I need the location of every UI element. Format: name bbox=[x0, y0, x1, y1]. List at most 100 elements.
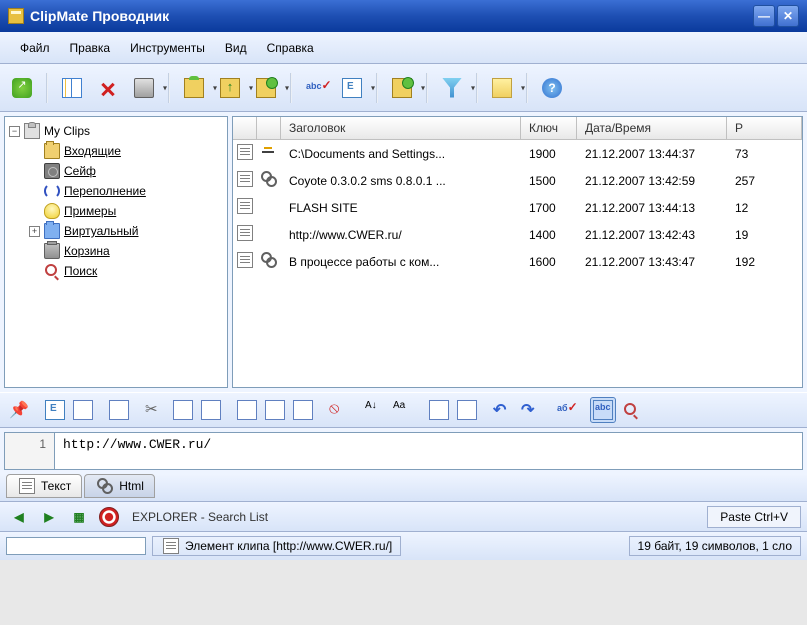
pin-button[interactable]: 📌 bbox=[6, 397, 32, 423]
col-key[interactable]: Ключ bbox=[521, 117, 577, 139]
menu-tools[interactable]: Инструменты bbox=[120, 36, 215, 59]
menu-help[interactable]: Справка bbox=[257, 36, 324, 59]
case-button[interactable]: Aa bbox=[390, 397, 416, 423]
nav-prev-button[interactable]: ◀ bbox=[6, 504, 32, 530]
list-body[interactable]: C:\Documents and Settings...190021.12.20… bbox=[233, 140, 802, 387]
collapse-icon[interactable]: − bbox=[9, 126, 20, 137]
cell-title: В процессе работы с ком... bbox=[281, 253, 521, 271]
status-input[interactable] bbox=[6, 537, 146, 555]
abc-icon: abc✓ bbox=[306, 78, 326, 98]
filter-button[interactable]: ▾ bbox=[436, 72, 468, 104]
cell-datetime: 21.12.2007 13:44:13 bbox=[577, 199, 727, 217]
tool-btn-5[interactable] bbox=[290, 397, 316, 423]
target-icon bbox=[99, 507, 119, 527]
tool-btn-3[interactable] bbox=[234, 397, 260, 423]
cell-r: 73 bbox=[727, 145, 802, 163]
tab-text[interactable]: Текст bbox=[6, 474, 82, 498]
folder-action-button[interactable]: ▾ bbox=[250, 72, 282, 104]
tree-item-trash[interactable]: Корзина bbox=[29, 241, 223, 261]
redo-icon: ↷ bbox=[521, 400, 541, 420]
expand-icon[interactable]: + bbox=[29, 226, 40, 237]
cell-r: 12 bbox=[727, 199, 802, 217]
minimize-button[interactable]: — bbox=[753, 5, 775, 27]
print-button[interactable]: ▾ bbox=[128, 72, 160, 104]
help-button[interactable]: ? bbox=[536, 72, 568, 104]
table-row[interactable]: В процессе работы с ком...160021.12.2007… bbox=[233, 248, 802, 275]
target-button[interactable] bbox=[96, 504, 122, 530]
clipboard-new-button[interactable]: ▾ bbox=[178, 72, 210, 104]
delete-button[interactable] bbox=[92, 72, 124, 104]
col-title[interactable]: Заголовок bbox=[281, 117, 521, 139]
filter-icon bbox=[442, 78, 462, 98]
tool-btn-4[interactable] bbox=[262, 397, 288, 423]
row-kind-icon bbox=[261, 144, 277, 160]
nav-next-button[interactable]: ▶ bbox=[36, 504, 62, 530]
tool-btn-2[interactable] bbox=[70, 397, 96, 423]
undo-button[interactable]: ↶ bbox=[490, 397, 516, 423]
nav-list-button[interactable]: ▦ bbox=[66, 504, 92, 530]
tree-panel[interactable]: − My Clips Входящие Сейф Переполнение bbox=[4, 116, 228, 388]
tab-html[interactable]: Html bbox=[84, 474, 155, 498]
zoom-icon bbox=[623, 402, 639, 418]
clipboard-up-button[interactable]: ▾ bbox=[214, 72, 246, 104]
col-icon2[interactable] bbox=[257, 117, 281, 139]
table-row[interactable]: http://www.CWER.ru/140021.12.2007 13:42:… bbox=[233, 221, 802, 248]
cell-title: C:\Documents and Settings... bbox=[281, 145, 521, 163]
status-bytes: 19 байт, 19 символов, 1 сло bbox=[629, 536, 801, 556]
cell-r: 192 bbox=[727, 253, 802, 271]
redo-button[interactable]: ↷ bbox=[518, 397, 544, 423]
cell-title: Coyote 0.3.0.2 sms 0.8.0.1 ... bbox=[281, 172, 521, 190]
cell-title: FLASH SITE bbox=[281, 199, 521, 217]
cut-button[interactable]: ✂ bbox=[142, 397, 168, 423]
paste-button[interactable] bbox=[198, 397, 224, 423]
editor-text[interactable]: http://www.CWER.ru/ bbox=[54, 432, 803, 470]
new-icon bbox=[109, 400, 129, 420]
new-button[interactable] bbox=[106, 397, 132, 423]
print-icon bbox=[134, 78, 154, 98]
col-r[interactable]: Р bbox=[727, 117, 802, 139]
options-button[interactable]: ▾ bbox=[486, 72, 518, 104]
connect-button[interactable] bbox=[6, 72, 38, 104]
cell-r: 257 bbox=[727, 172, 802, 190]
table-row[interactable]: FLASH SITE170021.12.2007 13:44:1312 bbox=[233, 194, 802, 221]
list-panel: Заголовок Ключ Дата/Время Р C:\Documents… bbox=[232, 116, 803, 388]
spellcheck-button[interactable]: abc✓ bbox=[300, 72, 332, 104]
stop-button[interactable]: ⦸ bbox=[326, 397, 352, 423]
form-button[interactable]: ▾ bbox=[336, 72, 368, 104]
menu-file[interactable]: Файл bbox=[10, 36, 60, 59]
overflow-icon bbox=[44, 183, 60, 199]
table-row[interactable]: Coyote 0.3.0.2 sms 0.8.0.1 ...150021.12.… bbox=[233, 167, 802, 194]
tree-item-search[interactable]: Поиск bbox=[29, 261, 223, 281]
tree-label: Переполнение bbox=[64, 184, 146, 198]
tree-item-inbox[interactable]: Входящие bbox=[29, 141, 223, 161]
replace-button[interactable]: A↓ bbox=[362, 397, 388, 423]
wrap-button[interactable]: abc bbox=[590, 397, 616, 423]
table-row[interactable]: C:\Documents and Settings...190021.12.20… bbox=[233, 140, 802, 167]
zoom-button[interactable] bbox=[618, 397, 644, 423]
cut-icon: ✂ bbox=[145, 400, 165, 420]
paste-hint[interactable]: Paste Ctrl+V bbox=[707, 506, 801, 528]
tree-item-overflow[interactable]: Переполнение bbox=[29, 181, 223, 201]
tree-item-virtual[interactable]: + Виртуальный bbox=[29, 221, 223, 241]
menu-edit[interactable]: Правка bbox=[60, 36, 121, 59]
copy-button[interactable] bbox=[170, 397, 196, 423]
tool-btn-7[interactable] bbox=[454, 397, 480, 423]
tree-item-examples[interactable]: Примеры bbox=[29, 201, 223, 221]
clipboard-up-icon bbox=[220, 78, 240, 98]
panes-button[interactable] bbox=[56, 72, 88, 104]
close-button[interactable]: ✕ bbox=[777, 5, 799, 27]
tool-btn-1[interactable] bbox=[42, 397, 68, 423]
col-icon1[interactable] bbox=[233, 117, 257, 139]
cell-datetime: 21.12.2007 13:43:47 bbox=[577, 253, 727, 271]
tool-icon bbox=[237, 400, 257, 420]
spell-button[interactable]: аб✓ bbox=[554, 397, 580, 423]
plug-icon bbox=[12, 78, 32, 98]
tree-item-safe[interactable]: Сейф bbox=[29, 161, 223, 181]
tool-btn-6[interactable] bbox=[426, 397, 452, 423]
main-split: − My Clips Входящие Сейф Переполнение bbox=[0, 112, 807, 392]
col-datetime[interactable]: Дата/Время bbox=[577, 117, 727, 139]
pin-icon: 📌 bbox=[9, 400, 29, 420]
menu-view[interactable]: Вид bbox=[215, 36, 257, 59]
open-folder-button[interactable]: ▾ bbox=[386, 72, 418, 104]
tree-root[interactable]: − My Clips bbox=[9, 121, 223, 141]
